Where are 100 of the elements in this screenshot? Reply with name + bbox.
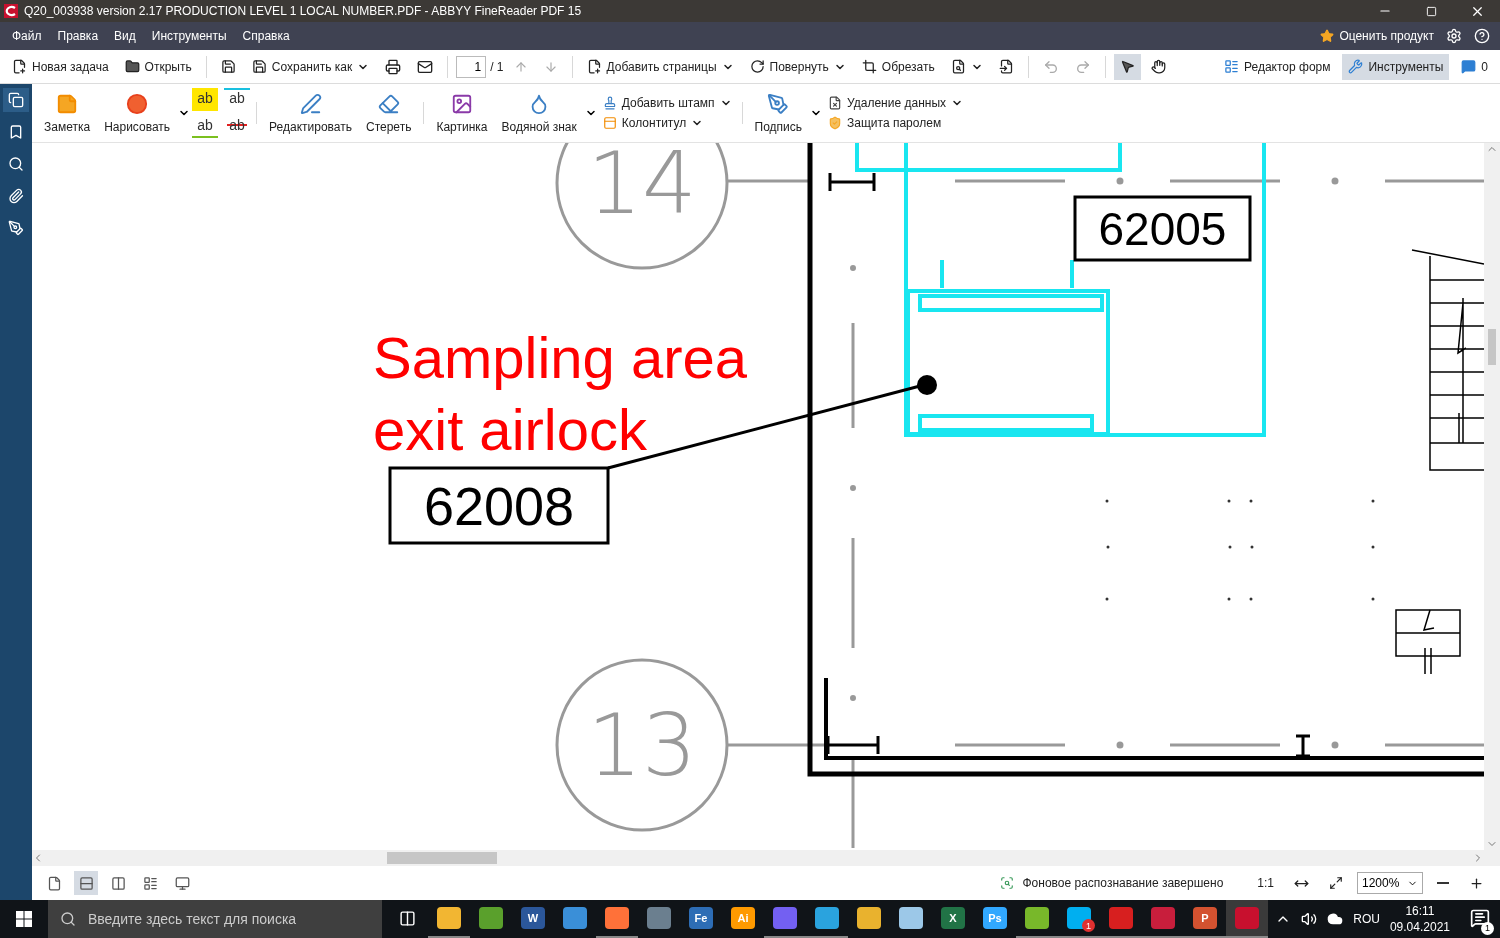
taskbar-app-button[interactable]: X bbox=[932, 900, 974, 938]
save-as-button[interactable]: Сохранить как bbox=[245, 53, 376, 80]
task-view-icon bbox=[398, 909, 416, 927]
taskbar-app-button[interactable]: 1 bbox=[1058, 900, 1100, 938]
page-number-field[interactable]: 1 bbox=[456, 55, 487, 78]
sidebar-button[interactable] bbox=[3, 88, 29, 112]
single-page-icon bbox=[46, 875, 62, 891]
wrench-icon bbox=[1348, 59, 1364, 74]
menu-item[interactable]: Правка bbox=[49, 29, 107, 43]
app-icon: Ps bbox=[983, 907, 1007, 929]
room-number-tag: 62005 bbox=[1073, 195, 1252, 262]
taskbar-app-button[interactable]: W bbox=[512, 900, 554, 938]
new-task-button[interactable]: Новая задача bbox=[6, 53, 115, 80]
redo-icon bbox=[1074, 58, 1091, 75]
printer-icon bbox=[385, 58, 402, 75]
mode-tab[interactable]: Редактор форм bbox=[1218, 53, 1337, 80]
rotate-button[interactable]: Повернуть bbox=[743, 53, 852, 80]
recognition-icon bbox=[1000, 876, 1015, 890]
add-pages-button[interactable]: Добавить страницы bbox=[580, 53, 740, 80]
erase-button[interactable]: Стереть bbox=[360, 90, 418, 136]
edit-icon bbox=[299, 92, 322, 115]
eraser-icon bbox=[377, 92, 400, 115]
search-icon bbox=[8, 156, 24, 172]
draw-button[interactable]: Нарисовать bbox=[98, 90, 177, 136]
continuous-page-icon bbox=[78, 875, 94, 891]
language-indicator[interactable]: ROU bbox=[1353, 912, 1380, 926]
menu-item[interactable]: Инструменты bbox=[143, 29, 235, 43]
annotation-text: Sampling area exit airlock bbox=[373, 325, 747, 462]
menu-item[interactable]: Файл bbox=[4, 29, 50, 43]
settings-icon bbox=[1446, 28, 1462, 44]
crop-button[interactable]: Обрезать bbox=[855, 53, 941, 80]
vertical-scrollbar[interactable] bbox=[1484, 143, 1500, 850]
menu-item[interactable]: Вид bbox=[106, 29, 144, 43]
app-icon bbox=[773, 907, 797, 929]
signature-button[interactable]: Подпись bbox=[748, 90, 809, 136]
comments-button[interactable]: 0 bbox=[1455, 53, 1494, 80]
room-number-tag: 62008 bbox=[388, 466, 610, 545]
page-header-icon bbox=[602, 116, 617, 130]
windows-logo-icon bbox=[16, 911, 32, 927]
add-stamp-button[interactable]: Добавить штамп bbox=[598, 96, 736, 110]
taskbar-app-button[interactable]: Fe bbox=[680, 900, 722, 938]
mode-tab[interactable]: Инструменты bbox=[1342, 53, 1450, 80]
image-icon bbox=[450, 92, 473, 115]
form-icon bbox=[1224, 59, 1239, 74]
undo-icon bbox=[1042, 58, 1059, 75]
file-input-icon bbox=[998, 59, 1014, 74]
rate-product-button[interactable]: Оценить продукт bbox=[1314, 23, 1440, 49]
rotate-icon bbox=[749, 59, 765, 74]
app-icon bbox=[899, 907, 923, 929]
text-markup-button[interactable]: ab bbox=[224, 88, 251, 111]
search-icon bbox=[60, 911, 76, 927]
fixture-drawing bbox=[1395, 609, 1461, 675]
volume-icon bbox=[1301, 911, 1318, 927]
clock[interactable]: 16:11 09.04.2021 bbox=[1389, 903, 1450, 935]
app-icon: Fe bbox=[689, 907, 713, 929]
app-icon bbox=[1151, 907, 1175, 929]
app-icon bbox=[815, 907, 839, 929]
notification-badge: 1 bbox=[1082, 919, 1095, 932]
redact-button[interactable]: Удаление данных bbox=[824, 96, 967, 110]
app-icon bbox=[1235, 907, 1259, 929]
minus-icon bbox=[1437, 882, 1449, 884]
horizontal-scrollbar[interactable] bbox=[32, 850, 1500, 866]
redact-icon bbox=[828, 96, 843, 110]
app-icon bbox=[479, 907, 503, 929]
open-button[interactable]: Открыть bbox=[118, 53, 198, 80]
grid-label: 13 bbox=[587, 695, 697, 795]
zoom-select[interactable]: 1200% bbox=[1357, 872, 1423, 894]
note-button[interactable]: Заметка bbox=[38, 90, 97, 136]
plus-icon bbox=[1469, 875, 1484, 891]
actual-size-button[interactable]: 1:1 bbox=[1251, 870, 1280, 896]
folder-icon bbox=[124, 59, 140, 74]
file-search-icon bbox=[950, 59, 966, 74]
notification-count: 1 bbox=[1481, 921, 1494, 935]
password-button[interactable]: Защита паролем bbox=[824, 116, 967, 130]
watermark-button[interactable]: Водяной знак bbox=[495, 90, 583, 136]
bookmark-icon bbox=[8, 124, 24, 140]
cloud-icon bbox=[1327, 911, 1344, 927]
app-icon bbox=[437, 907, 461, 929]
text-markup-button[interactable]: ab bbox=[192, 88, 219, 111]
app-icon: P bbox=[1193, 907, 1217, 929]
expand-icon bbox=[1329, 876, 1343, 890]
image-button[interactable]: Картинка bbox=[430, 90, 494, 136]
pen-nib-icon bbox=[767, 92, 790, 115]
paperclip-icon bbox=[8, 188, 24, 204]
taskbar-search-field[interactable]: Введите здесь текст для поиска bbox=[48, 900, 382, 938]
app-logo-icon bbox=[4, 4, 18, 18]
hand-icon bbox=[1150, 59, 1166, 74]
app-icon bbox=[605, 907, 629, 929]
view-mode-button[interactable] bbox=[74, 871, 98, 895]
file-plus-icon bbox=[586, 59, 602, 74]
header-footer-button[interactable]: Колонтитул bbox=[598, 116, 736, 130]
save-icon bbox=[251, 59, 267, 74]
app-icon: X bbox=[941, 907, 965, 929]
two-page-scroll-icon bbox=[142, 875, 158, 891]
edit-button[interactable]: Редактировать bbox=[263, 90, 358, 136]
menu-item[interactable]: Справка bbox=[234, 29, 298, 43]
select-tool-button[interactable] bbox=[1113, 53, 1141, 80]
scroll-thumb bbox=[1488, 328, 1496, 365]
text-markup-button[interactable]: ab bbox=[192, 115, 219, 138]
comment-icon bbox=[1461, 59, 1477, 74]
